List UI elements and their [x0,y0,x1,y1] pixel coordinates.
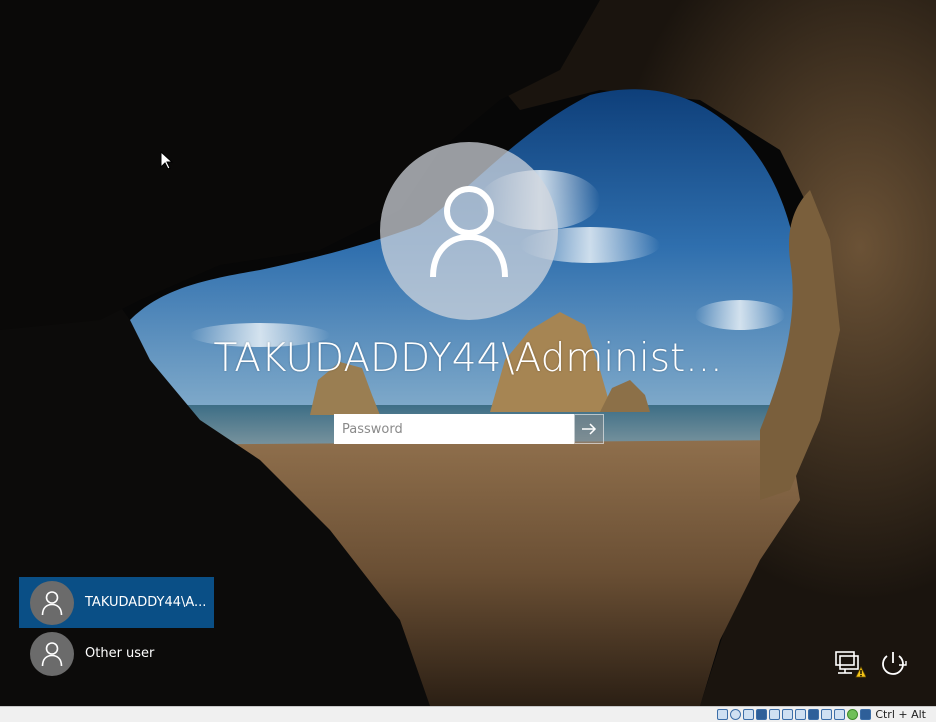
host-key-label: Ctrl + Alt [875,708,926,721]
optical-drive-icon[interactable] [730,709,742,720]
user-silhouette-icon [41,641,63,666]
usb-icon[interactable] [769,709,781,720]
user-item-administrator[interactable]: TAKUDADDY44\A... [19,577,214,628]
user-switcher-list: TAKUDADDY44\A... Other user [19,577,214,679]
hard-disk-icon[interactable] [717,709,729,720]
recording-icon[interactable] [821,709,833,720]
user-avatar [30,580,74,625]
password-input[interactable] [334,414,574,444]
user-silhouette-icon [430,186,508,278]
vm-device-icons [717,709,872,720]
arrow-right-icon [582,423,597,435]
vm-status-bar: Ctrl + Alt [0,706,936,722]
power-icon[interactable] [876,647,910,681]
user-avatar [30,631,74,676]
submit-button[interactable] [574,414,604,444]
video-capture-icon[interactable] [808,709,820,720]
password-box [334,414,604,444]
user-avatar-large [380,142,558,320]
display-icon[interactable] [795,709,807,720]
shared-folder-icon[interactable] [782,709,794,720]
audio-icon[interactable] [743,709,755,720]
mouse-integration-icon[interactable] [847,709,859,720]
network-adapter-icon[interactable] [756,709,768,720]
network-warning-icon[interactable] [833,647,867,681]
cpu-icon[interactable] [834,709,846,720]
login-username: TAKUDADDY44\Administ... [213,336,723,381]
lock-screen: TAKUDADDY44\Administ... TAKUDADDY44\A... [0,0,936,722]
user-silhouette-icon [41,590,63,615]
user-item-other-user[interactable]: Other user [19,628,214,679]
user-item-label: Other user [85,646,155,661]
user-item-label: TAKUDADDY44\A... [85,595,207,610]
download-icon[interactable] [860,709,872,720]
mouse-cursor-icon [160,151,174,170]
